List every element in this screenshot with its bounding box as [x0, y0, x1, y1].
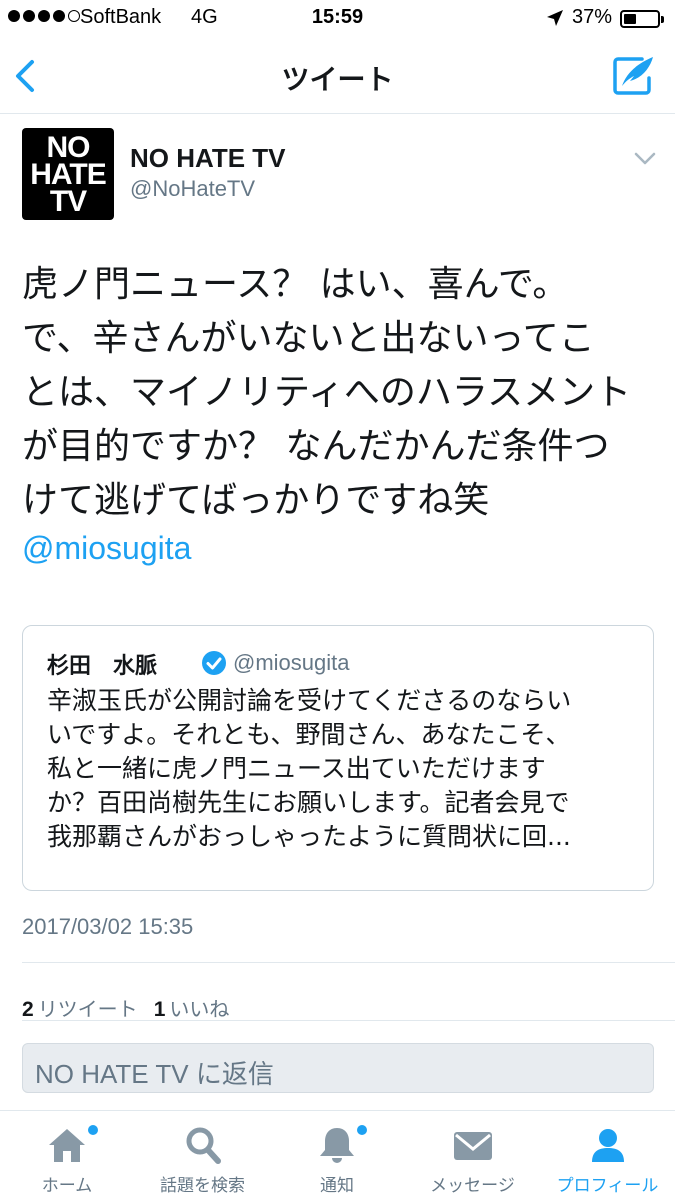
tab-search[interactable]: 話題を検索	[145, 1111, 260, 1200]
envelope-icon	[453, 1132, 492, 1160]
tab-messages[interactable]: メッセージ	[420, 1111, 525, 1200]
tab-home[interactable]: ホーム	[22, 1111, 112, 1200]
quoted-tweet[interactable]: 杉田 水脈 @miosugita 辛淑玉氏が公開討論を受けてくださるのならい い…	[22, 625, 654, 891]
tab-label: ホーム	[41, 1176, 93, 1196]
search-icon	[186, 1127, 221, 1164]
tab-bar: ホーム 話題を検索 通知 メッセージ プロフィール	[0, 1110, 675, 1200]
tab-label: メッセージ	[430, 1176, 515, 1196]
avatar[interactable]: NO HATE TV	[22, 128, 114, 220]
mention-link[interactable]: @miosugita	[22, 530, 191, 567]
quoted-author-handle: @miosugita	[233, 650, 350, 675]
retweet-label[interactable]: リツイート	[38, 993, 138, 1022]
battery-icon	[620, 10, 664, 28]
notification-dot	[357, 1125, 367, 1135]
bell-icon	[320, 1128, 354, 1163]
quoted-author-name: 杉田 水脈	[47, 654, 158, 679]
author-display-name[interactable]: NO HATE TV	[130, 143, 286, 174]
reply-input[interactable]: NO HATE TV に返信	[22, 1043, 654, 1093]
tab-label: プロフィール	[556, 1176, 659, 1196]
retweet-count[interactable]: 2	[22, 998, 34, 1022]
tweet-stats: 2 リツイート 1 いいね	[22, 993, 229, 1022]
page-title: ツイート	[281, 63, 394, 96]
quoted-tweet-text: 辛淑玉氏が公開討論を受けてくださるのならい いですよ。それとも、野間さん、あなた…	[47, 686, 572, 851]
battery-percent: 37%	[572, 6, 613, 28]
tab-notifications[interactable]: 通知	[294, 1111, 380, 1200]
location-arrow-icon	[547, 10, 563, 26]
like-count[interactable]: 1	[154, 998, 166, 1022]
avatar-text-line: HATE	[30, 157, 106, 191]
avatar-text-line: NO	[46, 130, 91, 164]
tweet-text: 虎ノ門ニュース？ はい、喜んで。 で、辛さんがいないと出ないってこ とは、マイノ…	[22, 264, 632, 521]
person-icon	[591, 1129, 624, 1162]
compose-tweet-icon[interactable]	[612, 54, 656, 96]
author-handle[interactable]: @NoHateTV	[130, 176, 255, 202]
verified-badge-icon	[202, 651, 226, 675]
navigation-bar: ツイート	[0, 36, 675, 114]
tab-label: 話題を検索	[160, 1176, 245, 1196]
notification-dot	[88, 1125, 98, 1135]
status-bar: SoftBank 4G 15:59 37%	[0, 0, 675, 36]
like-label[interactable]: いいね	[169, 993, 229, 1022]
divider	[22, 962, 675, 963]
tab-label: 通知	[320, 1176, 354, 1196]
tweet-timestamp: 2017/03/02 15:35	[22, 914, 194, 939]
tab-profile[interactable]: プロフィール	[550, 1111, 665, 1200]
chevron-down-icon[interactable]	[634, 152, 656, 166]
home-icon	[49, 1129, 85, 1162]
avatar-text-line: TV	[49, 184, 87, 218]
divider	[22, 1020, 675, 1021]
